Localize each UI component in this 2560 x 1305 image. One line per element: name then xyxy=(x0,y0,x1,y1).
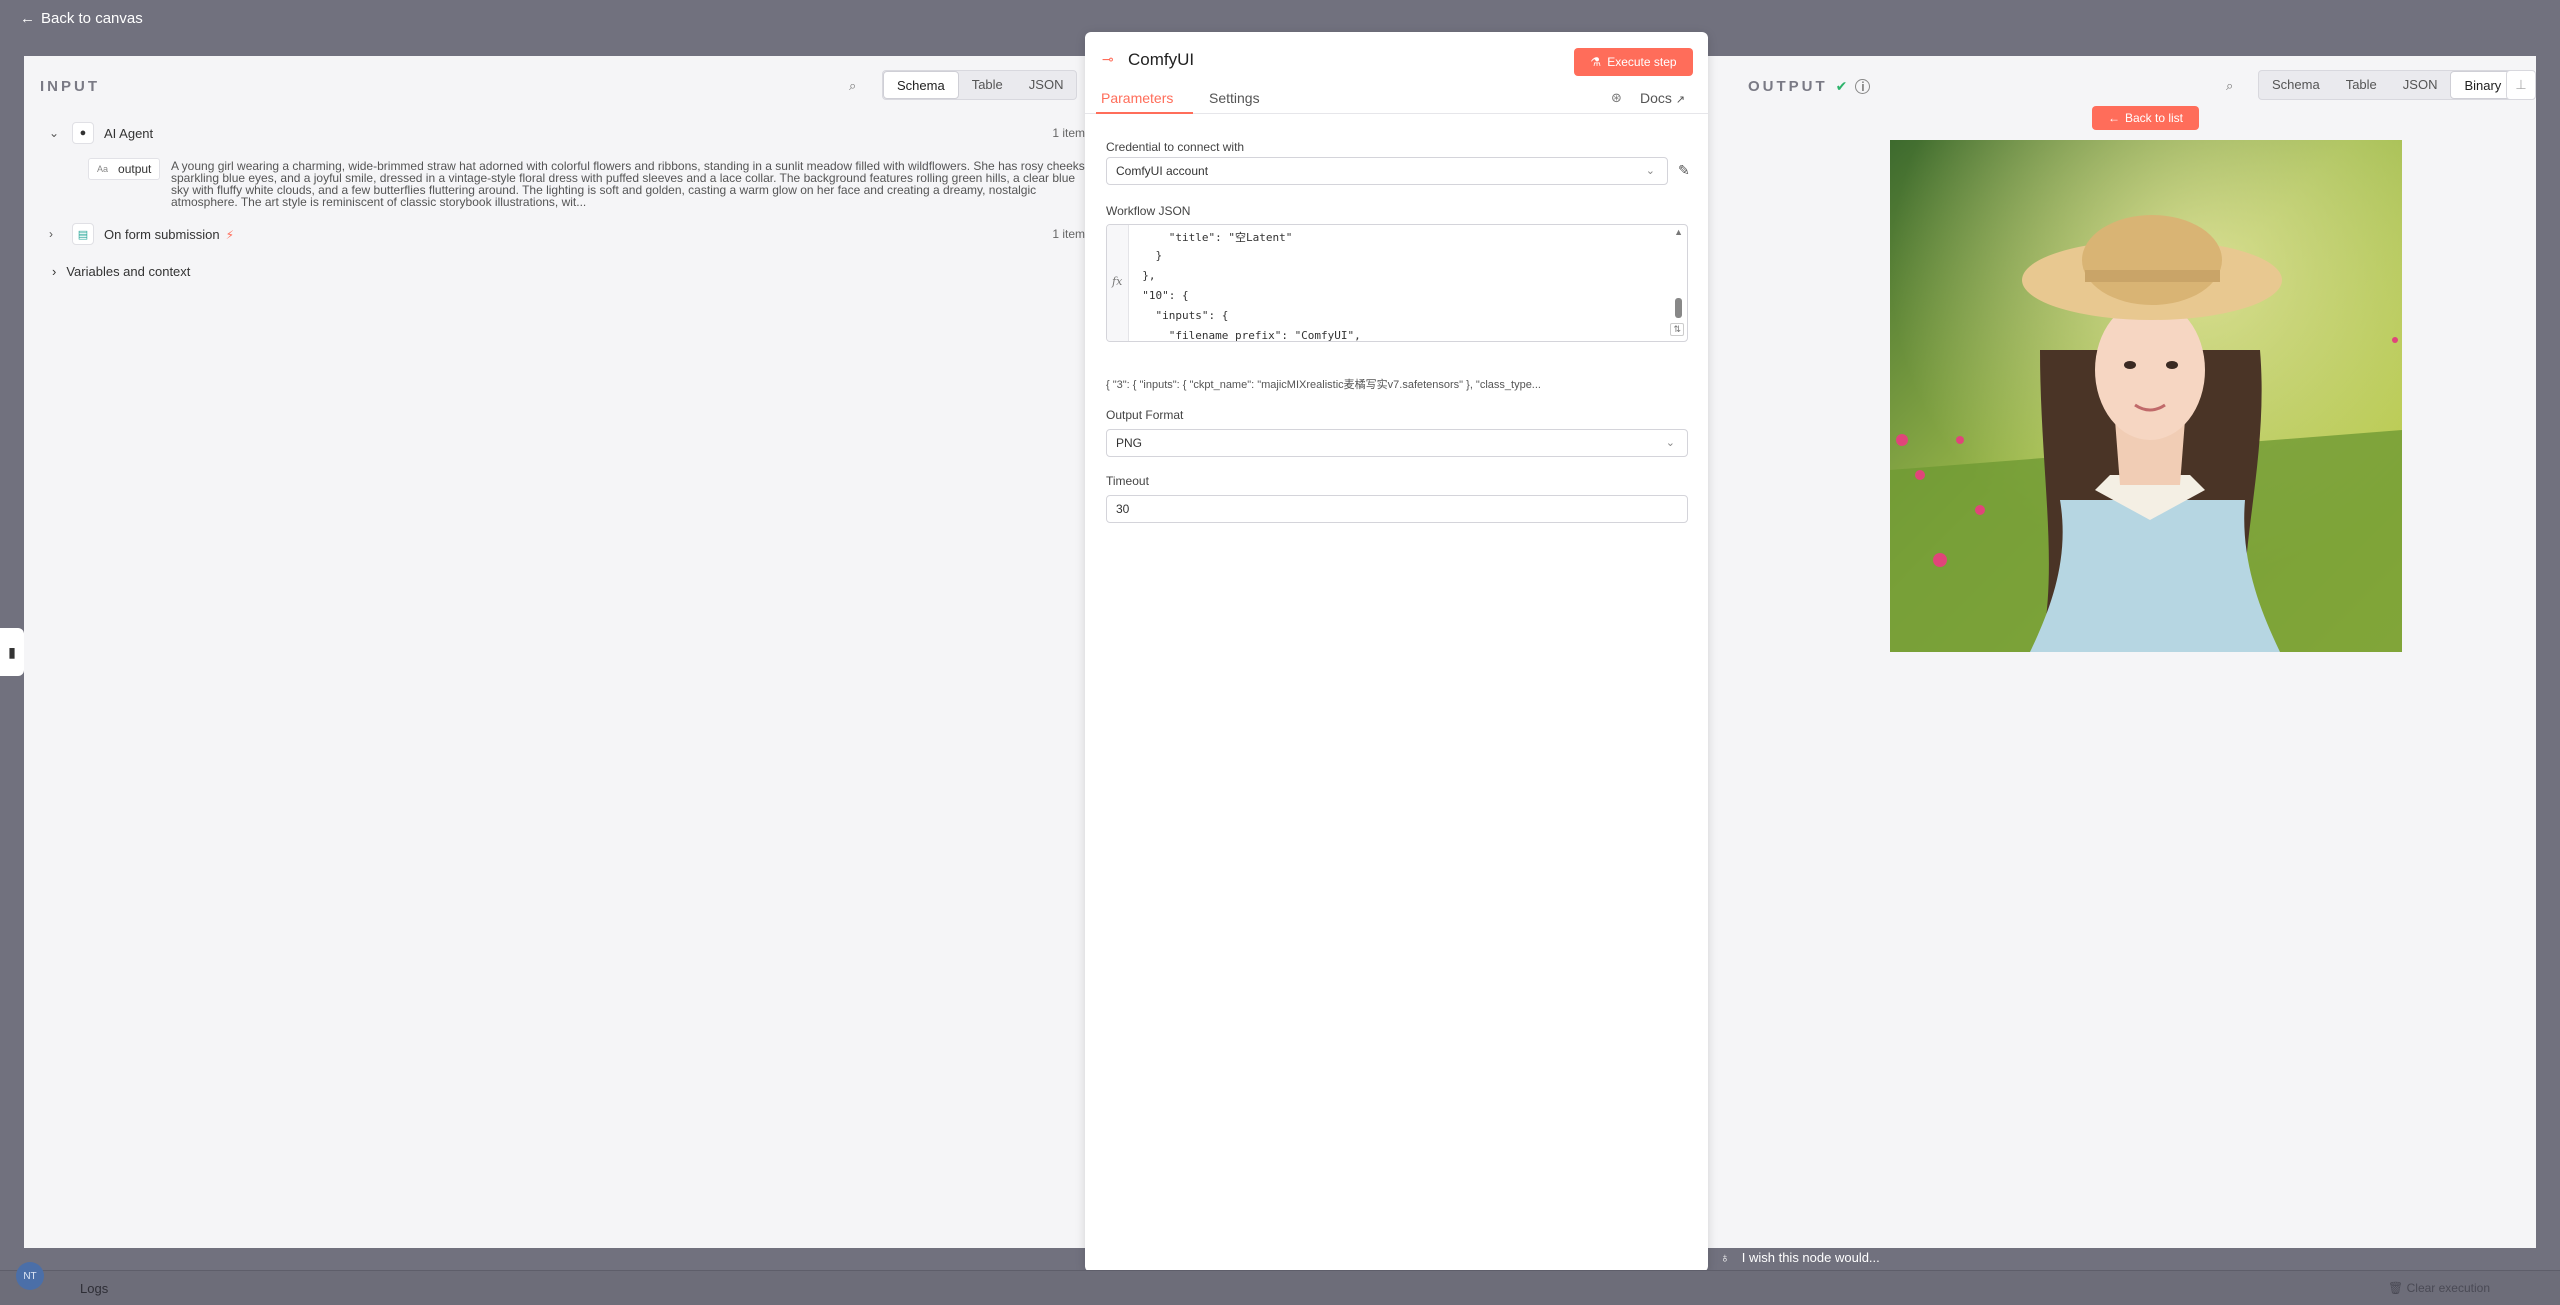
edit-credential-icon[interactable]: ✎ xyxy=(1678,162,1690,179)
back-to-canvas-label: Back to canvas xyxy=(41,10,143,27)
chevron-down-icon[interactable]: ⌄ xyxy=(49,126,59,140)
sidebar-toggle-icon: ▮ xyxy=(8,643,16,660)
pin-data-button[interactable]: ⊥ xyxy=(2506,70,2536,100)
back-to-list-label: Back to list xyxy=(2124,111,2184,125)
form-icon: ▤ xyxy=(72,223,94,245)
pin-icon: ⊥ xyxy=(2515,77,2527,92)
code-scrollbar-thumb[interactable] xyxy=(1675,298,1682,318)
output-title-row: OUTPUT ✔ i xyxy=(1748,78,1871,95)
clear-execution-button[interactable]: 🗑 Clear execution xyxy=(2388,1281,2490,1295)
clear-execution-label: Clear execution xyxy=(2406,1281,2490,1295)
scroll-up-icon[interactable]: ▲ xyxy=(1674,227,1683,237)
code-line: }, xyxy=(1129,269,1156,282)
variables-label: Variables and context xyxy=(66,264,191,279)
credential-select[interactable]: ComfyUI account ⌄ xyxy=(1106,157,1668,185)
comfyui-node-icon: ⊸ xyxy=(1102,51,1114,67)
timeout-value: 30 xyxy=(1116,502,1130,516)
credential-label: Credential to connect with xyxy=(1106,140,1245,154)
output-title: OUTPUT xyxy=(1748,78,1828,95)
schema-field-value: A young girl wearing a charming, wide-br… xyxy=(171,159,1089,209)
chevron-right-icon[interactable]: › xyxy=(49,227,53,241)
code-line: "inputs": { xyxy=(1129,309,1229,322)
chevron-right-icon: › xyxy=(52,264,57,279)
binary-image-preview xyxy=(1890,140,2402,652)
external-link-icon: ↗ xyxy=(1675,94,1686,106)
docs-label: Docs xyxy=(1640,90,1672,106)
input-tab-json[interactable]: JSON xyxy=(1016,71,1077,99)
back-to-list-button[interactable]: ← Back to list xyxy=(2092,106,2199,130)
lightbulb-icon: ♁ xyxy=(1720,1250,1730,1265)
code-line: "10": { xyxy=(1129,289,1189,302)
tree-node-form-submission[interactable]: › ▤ On form submission ⚡ 1 item xyxy=(24,223,1085,245)
info-icon[interactable]: i xyxy=(1855,79,1871,94)
arrow-left-icon: ← xyxy=(2107,111,2120,125)
trigger-bolt-icon: ⚡ xyxy=(225,227,235,242)
community-node-icon: ⊛ xyxy=(1611,90,1622,105)
docs-link[interactable]: Docs ↗ xyxy=(1640,90,1685,106)
input-title: INPUT xyxy=(40,78,100,95)
timeout-label: Timeout xyxy=(1106,474,1149,488)
logs-bar: Logs 🗑 Clear execution xyxy=(0,1270,2560,1305)
timeout-input[interactable]: 30 xyxy=(1106,495,1688,523)
wish-label: I wish this node would... xyxy=(1741,1250,1880,1265)
girl-portrait-image xyxy=(1890,140,2402,652)
output-tab-schema[interactable]: Schema xyxy=(2259,71,2333,99)
tree-node-count: 1 item xyxy=(1052,227,1085,241)
chevron-down-icon: ⌄ xyxy=(1645,165,1655,177)
output-view-tabs: Schema Table JSON Binary xyxy=(2258,70,2517,100)
workflow-json-label: Workflow JSON xyxy=(1106,204,1191,218)
node-settings-card: ⊸ ComfyUI ⚗ Execute step Parameters Sett… xyxy=(1085,32,1708,1272)
code-line: "title": "空Latent" xyxy=(1129,231,1293,244)
feedback-bar[interactable]: ♁ I wish this node would... xyxy=(1720,1250,1880,1265)
tree-node-count: 1 item xyxy=(1052,126,1085,140)
execute-step-button[interactable]: ⚗ Execute step xyxy=(1574,48,1693,76)
robot-icon: ● xyxy=(72,122,94,144)
field-name: output xyxy=(118,162,152,176)
avatar[interactable]: NT xyxy=(16,1262,44,1290)
active-tab-underline xyxy=(1096,112,1193,114)
success-check-icon: ✔ xyxy=(1835,78,1848,94)
tree-node-label: AI Agent xyxy=(104,125,154,141)
tab-parameters[interactable]: Parameters xyxy=(1101,90,1173,106)
tab-settings[interactable]: Settings xyxy=(1209,90,1260,106)
input-search-icon[interactable]: ⌕ xyxy=(849,78,856,94)
logs-label[interactable]: Logs xyxy=(80,1281,108,1296)
node-title[interactable]: ComfyUI xyxy=(1128,50,1194,70)
code-line: "filename_prefix": "ComfyUI", xyxy=(1129,329,1361,342)
input-tab-schema[interactable]: Schema xyxy=(883,71,959,99)
output-format-value: PNG xyxy=(1116,436,1143,450)
arrow-left-icon: ← xyxy=(20,10,35,27)
expression-icon[interactable]: fx xyxy=(1112,275,1122,288)
side-panel-handle[interactable]: ▮ xyxy=(0,628,24,676)
input-view-tabs: Schema Table JSON xyxy=(882,70,1078,100)
credential-value: ComfyUI account xyxy=(1116,164,1209,178)
workflow-json-editor[interactable]: fx "title": "空Latent" } }, "10": { "inpu… xyxy=(1106,224,1688,342)
tree-node-ai-agent[interactable]: ⌄ ● AI Agent 1 item xyxy=(24,122,1085,144)
output-tab-json[interactable]: JSON xyxy=(2390,71,2451,99)
chevron-down-icon: ⌄ xyxy=(1665,437,1675,449)
text-type-icon: Aa xyxy=(97,164,109,174)
variables-context-row[interactable]: › Variables and context xyxy=(52,264,190,279)
schema-field-output[interactable]: Aa output xyxy=(88,158,161,180)
execute-step-label: Execute step xyxy=(1607,55,1677,69)
input-tab-table[interactable]: Table xyxy=(959,71,1016,99)
output-tab-table[interactable]: Table xyxy=(2333,71,2390,99)
tree-node-label: On form submission xyxy=(104,226,220,242)
output-pane: OUTPUT ✔ i ⌕ Schema Table JSON Binary ⊥ … xyxy=(1734,56,2536,1248)
workflow-json-preview: { "3": { "inputs": { "ckpt_name": "majic… xyxy=(1106,379,1541,391)
code-line: } xyxy=(1129,249,1163,262)
input-pane: INPUT ⌕ Schema Table JSON ⌄ ● AI Agent 1… xyxy=(24,56,1088,1248)
output-search-icon[interactable]: ⌕ xyxy=(2226,78,2233,94)
expand-editor-icon[interactable]: ⇅ xyxy=(1670,323,1684,336)
flask-icon: ⚗ xyxy=(1590,55,1602,69)
output-format-label: Output Format xyxy=(1106,408,1184,422)
output-format-select[interactable]: PNG ⌄ xyxy=(1106,429,1688,457)
back-to-canvas-button[interactable]: ← Back to canvas xyxy=(20,10,143,27)
code-gutter: fx xyxy=(1107,225,1129,341)
trash-icon: 🗑 xyxy=(2388,1281,2404,1295)
